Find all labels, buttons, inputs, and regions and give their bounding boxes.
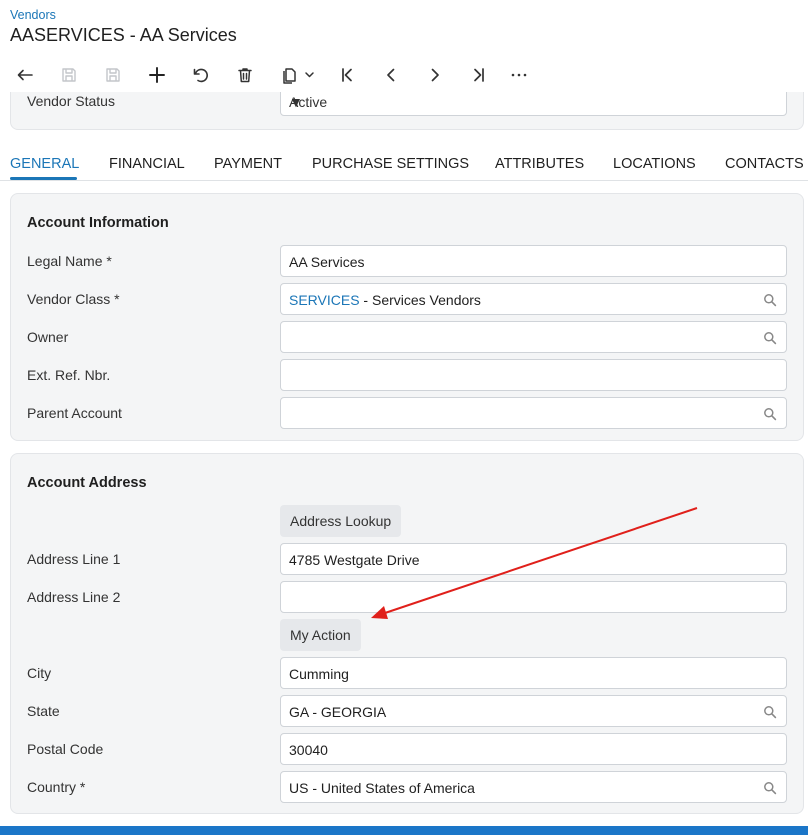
account-information-title: Account Information [27,215,169,231]
cancel-icon[interactable] [186,60,216,90]
legal-name-field[interactable]: AA Services [280,245,787,277]
last-record-icon[interactable] [464,60,494,90]
breadcrumb-vendors[interactable]: Vendors [10,8,56,22]
owner-field[interactable] [280,321,787,353]
tab-locations[interactable]: LOCATIONS [613,156,696,172]
tab-payment[interactable]: PAYMENT [214,156,282,172]
search-icon[interactable] [763,781,777,795]
state-field[interactable]: GA - GEORGIA [280,695,787,727]
my-action-button[interactable]: My Action [280,619,361,651]
state-value: GA - GEORGIA [289,704,387,720]
postal-code-label: Postal Code [27,741,104,757]
vendor-class-link[interactable]: SERVICES [289,292,360,308]
copy-paste-icon[interactable] [276,60,320,90]
postal-code-value: 30040 [289,742,328,758]
address-line-2-field[interactable] [280,581,787,613]
save-close-disabled-icon[interactable] [98,60,128,90]
vendor-status-label: Vendor Status [27,93,115,109]
plus-icon[interactable] [142,60,172,90]
address-line-2-label: Address Line 2 [27,589,121,605]
active-tab-indicator [10,177,77,180]
toolbar [0,60,560,90]
ext-ref-nbr-label: Ext. Ref. Nbr. [27,367,111,383]
owner-label: Owner [27,329,69,345]
country-field[interactable]: US - United States of America [280,771,787,803]
account-address-title: Account Address [27,475,147,491]
country-label: Country * [27,779,86,795]
first-record-icon[interactable] [332,60,362,90]
vendor-class-field[interactable]: SERVICES - Services Vendors [280,283,787,315]
search-icon[interactable] [763,407,777,421]
vendor-status-card: Vendor Status Active ▼ [10,92,804,130]
city-label: City [27,665,52,681]
page-title: AASERVICES - AA Services [10,25,237,45]
tab-financial[interactable]: FINANCIAL [109,156,185,172]
legal-name-label: Legal Name * [27,253,112,269]
tab-attributes[interactable]: ATTRIBUTES [495,156,584,172]
account-information-card: Account Information Legal Name * AA Serv… [10,193,804,441]
state-label: State [27,703,60,719]
more-icon[interactable] [504,60,534,90]
address-lookup-button[interactable]: Address Lookup [280,505,402,537]
parent-account-label: Parent Account [27,405,122,421]
postal-code-field[interactable]: 30040 [280,733,787,765]
tab-contacts[interactable]: CONTACTS [725,156,804,172]
vendor-class-label: Vendor Class * [27,291,120,307]
tab-bar: GENERAL FINANCIAL PAYMENT PURCHASE SETTI… [0,150,808,181]
search-icon[interactable] [763,293,777,307]
previous-record-icon[interactable] [376,60,406,90]
address-line-1-field[interactable]: 4785 Westgate Drive [280,543,787,575]
city-value: Cumming [289,666,349,682]
chevron-down-icon: ▼ [289,94,303,110]
city-field[interactable]: Cumming [280,657,787,689]
undo-arrow-icon[interactable] [10,60,40,90]
tab-general[interactable]: GENERAL [10,156,79,172]
bottom-status-bar [0,826,808,835]
search-icon[interactable] [763,705,777,719]
tab-purchase-settings[interactable]: PURCHASE SETTINGS [312,156,469,172]
legal-name-value: AA Services [289,254,365,270]
save-disabled-icon[interactable] [54,60,84,90]
ext-ref-nbr-field[interactable] [280,359,787,391]
next-record-icon[interactable] [420,60,450,90]
parent-account-field[interactable] [280,397,787,429]
address-line-1-label: Address Line 1 [27,551,121,567]
trash-icon[interactable] [230,60,260,90]
vendor-class-description: - Services Vendors [359,292,481,308]
country-value: US - United States of America [289,780,475,796]
address-line-1-value: 4785 Westgate Drive [289,552,420,568]
account-address-card: Account Address Address Lookup Address L… [10,453,804,814]
vendor-status-select[interactable]: Active ▼ [280,92,787,116]
search-icon[interactable] [763,331,777,345]
